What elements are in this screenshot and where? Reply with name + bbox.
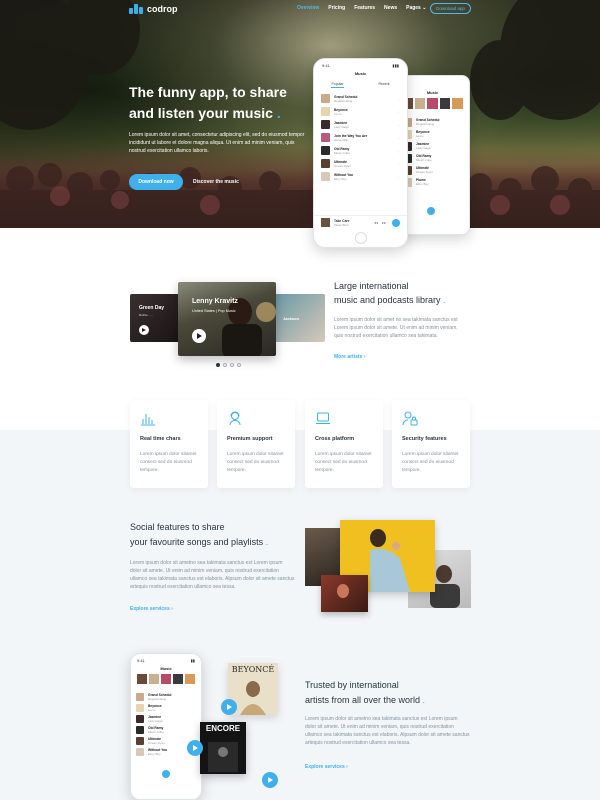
tab-popular[interactable]: Popular	[331, 82, 344, 88]
menu-item-pricing[interactable]: Pricing	[328, 5, 345, 11]
list-item[interactable]: Beyonce Lemo	[131, 702, 201, 713]
slider-dot[interactable]	[230, 363, 234, 367]
top-navbar: codrop Overview Pricing Features News Pa…	[0, 0, 600, 20]
play-icon[interactable]	[162, 770, 170, 778]
list-item[interactable]: Grand Schedul Regelsrinking ⋮	[314, 92, 407, 105]
phone-title: Music	[354, 71, 367, 76]
landing-page: codrop Overview Pricing Features News Pa…	[0, 0, 600, 800]
download-app-button[interactable]: Download app	[430, 3, 471, 14]
list-item[interactable]: Old Ramy Music Cube	[131, 724, 201, 735]
trusted-title: Trusted by international artists from al…	[305, 680, 426, 705]
slider-dot[interactable]	[223, 363, 227, 367]
artist-photo	[222, 298, 276, 356]
user-lock-icon	[402, 411, 418, 426]
feature-card: Security features Lorem ipsum dolor sita…	[392, 400, 470, 488]
home-button	[354, 232, 367, 244]
list-item[interactable]: Jasmine Lady Gaga	[131, 713, 201, 724]
support-agent-icon	[229, 411, 241, 426]
library-description: Lorem ipsum dolor sit amet no sea takima…	[334, 317, 458, 339]
play-icon[interactable]	[192, 329, 206, 343]
slider-pagination	[216, 363, 241, 367]
tab-recent[interactable]: Recent	[378, 82, 389, 88]
skip-forward-icon[interactable]: ▸▸	[382, 220, 386, 225]
album-strip	[131, 671, 201, 687]
hero-title: The funny app, to share and listen your …	[129, 84, 287, 121]
feature-card: Cross platform Lorem ipsum dolor sitamet…	[305, 400, 383, 488]
explore-services-link[interactable]: Explore services ›	[130, 606, 173, 612]
social-description: Lorem ipsum dolor sit ametno sea takimat…	[130, 560, 295, 590]
list-item[interactable]: Beyonce Lemo ⋮	[314, 105, 407, 118]
discover-music-link[interactable]: Discover the music	[193, 174, 239, 190]
explore-services-link-2[interactable]: Explore services ›	[305, 764, 348, 770]
list-item[interactable]: Old Ramy Music Cube ⋮	[314, 144, 407, 157]
list-item[interactable]: Without You Elmy Boy ⋮	[314, 170, 407, 183]
menu-item-news[interactable]: News	[384, 5, 397, 11]
chevron-right-icon: ›	[346, 764, 348, 770]
phone-mockup-main: 9:41 ▮▮▮ Music Popular Recent Grand Sched…	[313, 58, 408, 248]
social-title: Social features to share your favourite …	[130, 522, 269, 547]
artist-card-right[interactable]: Jackson	[275, 294, 325, 342]
download-now-button[interactable]: Download now	[129, 174, 183, 190]
laptop-icon	[316, 412, 330, 424]
chevron-down-icon: ⌄	[422, 5, 427, 11]
album-cover-encore[interactable]: ENCORE	[200, 722, 246, 774]
brand-logo[interactable]: codrop	[129, 4, 178, 14]
more-artists-link[interactable]: More artists ›	[334, 354, 365, 360]
song-list: Grand Schedul Regelsrinking ⋮ Beyonce Lemo ⋮…	[314, 92, 407, 183]
chevron-right-icon: ›	[171, 606, 173, 612]
hero-section: codrop Overview Pricing Features News Pa…	[0, 0, 600, 228]
feature-card: Real time chars Lorem ipsum dolor sitame…	[130, 400, 208, 488]
bar-chart-icon	[141, 414, 155, 426]
brand-name: codrop	[147, 4, 178, 14]
photo-tile	[321, 575, 368, 612]
main-menu: Overview Pricing Features News Pages ⌄	[297, 5, 426, 11]
menu-item-overview[interactable]: Overview	[297, 5, 319, 11]
play-icon[interactable]	[262, 772, 278, 788]
trusted-description: Lorem ipsum dolor sit ametno sea takimat…	[305, 716, 470, 746]
list-item[interactable]: Grand Schedul Regelsrinking	[131, 691, 201, 702]
play-icon[interactable]	[139, 325, 149, 335]
library-title: Large international music and podcasts l…	[334, 281, 446, 305]
list-item[interactable]: Join the Way You Are Hansi Pilip ⋮	[314, 131, 407, 144]
slider-dot[interactable]	[237, 363, 241, 367]
list-item[interactable]: Jasmine Lady Gaga ⋮	[314, 118, 407, 131]
play-icon[interactable]	[392, 218, 400, 227]
play-icon[interactable]	[187, 740, 203, 756]
play-icon[interactable]	[427, 207, 435, 215]
feature-card: Premium support Lorem ipsum dolor sitame…	[217, 400, 295, 488]
now-playing-bar[interactable]: Take Care Music Bros ◂◂ ▸▸	[314, 215, 407, 229]
hero-description: Lorem ipsum dolor sit amet, consectetur …	[129, 132, 305, 154]
menu-item-pages[interactable]: Pages ⌄	[406, 5, 426, 11]
artist-card-left[interactable]: Green Day Ruthie - ...	[130, 294, 180, 342]
phone-mockup-trusted: 9:41 ▮▮ Music Grand Schedul Regelsrinking …	[130, 653, 202, 800]
features-background	[0, 430, 600, 800]
list-item[interactable]: Ultimate Ocean Ryan ⋮	[314, 157, 407, 170]
phone-tabs: Popular Recent	[314, 82, 407, 88]
slider-dot[interactable]	[216, 363, 220, 367]
logo-icon	[129, 4, 143, 14]
artist-slider: Green Day Ruthie - ... Jackson Lenny Kra…	[130, 282, 325, 357]
skip-back-icon[interactable]: ◂◂	[374, 220, 378, 225]
chevron-right-icon: ›	[363, 354, 366, 360]
play-icon[interactable]	[221, 699, 237, 715]
artist-card-featured[interactable]: Lenny Kravitz United States | Pop Music	[178, 282, 276, 356]
menu-item-features[interactable]: Features	[354, 5, 375, 11]
social-photo-collage	[305, 520, 471, 612]
